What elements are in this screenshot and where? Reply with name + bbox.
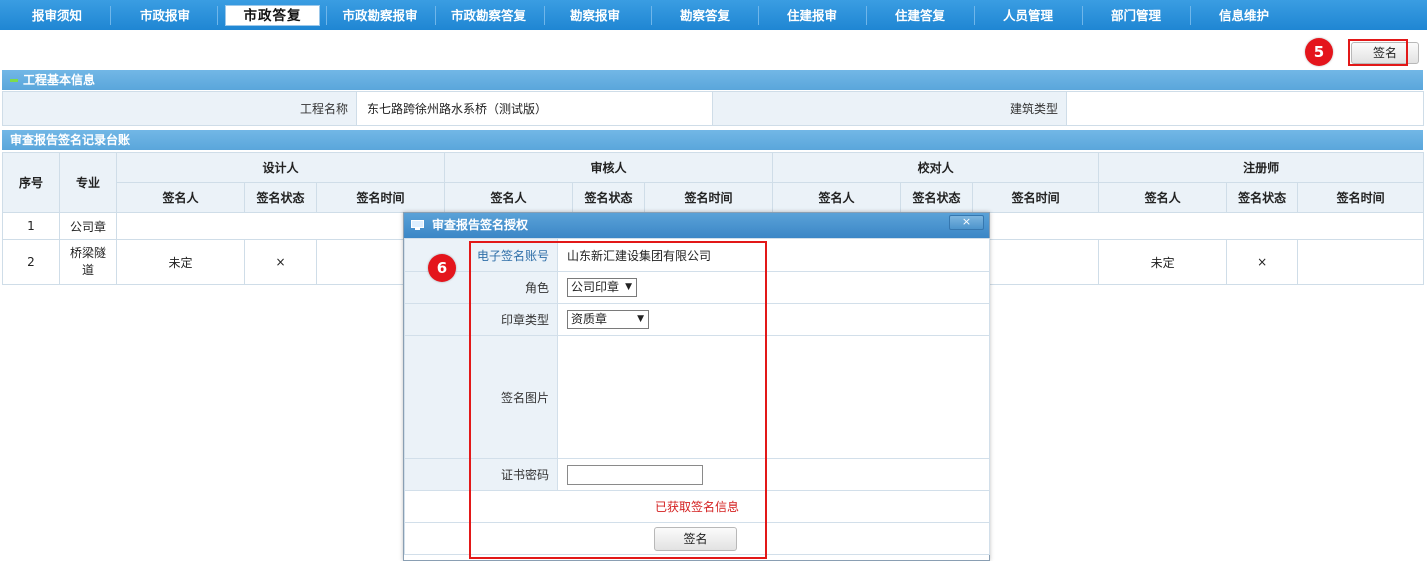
top-nav: 报审须知 市政报审 市政答复 市政勘察报审 市政勘察答复 勘察报审 勘察答复 住…	[0, 0, 1427, 30]
section-title: 审查报告签名记录台账	[10, 133, 131, 147]
col-specialty-header: 专业	[59, 152, 117, 213]
close-button[interactable]: ×	[949, 215, 984, 230]
registered-status: ×	[1226, 239, 1299, 285]
monitor-icon	[411, 220, 424, 230]
nav-item-municipal-survey-reply[interactable]: 市政勘察答复	[437, 5, 540, 26]
proofreader-time	[972, 239, 1100, 285]
row-index: 1	[2, 212, 60, 240]
subcol-signer: 签名人	[772, 182, 902, 213]
nav-item-info-maintenance[interactable]: 信息维护	[1199, 5, 1289, 26]
designer-signer: 未定	[116, 239, 245, 285]
section-bar-ledger: 审查报告签名记录台账	[2, 130, 1423, 150]
subcol-signer: 签名人	[444, 182, 574, 213]
project-name-label: 工程名称	[2, 91, 357, 126]
nav-item-personnel[interactable]: 人员管理	[983, 5, 1073, 26]
nav-item-municipal-reply[interactable]: 市政答复	[225, 5, 320, 26]
collapse-icon[interactable]	[10, 79, 18, 82]
subcol-time: 签名时间	[315, 182, 446, 213]
subcol-status: 签名状态	[572, 182, 646, 213]
subcol-time: 签名时间	[644, 182, 774, 213]
nav-item-survey-submit[interactable]: 勘察报审	[550, 5, 640, 26]
nav-divider	[1190, 6, 1191, 25]
section-title: 工程基本信息	[23, 73, 96, 87]
registered-time	[1297, 239, 1425, 285]
row-specialty: 桥梁隧道	[59, 239, 117, 285]
highlight-box	[469, 241, 767, 559]
subcol-time: 签名时间	[972, 182, 1100, 213]
sign-authorization-dialog: 审查报告签名授权 × 电子签名账号 山东新汇建设集团有限公司 角色 公司印章 ▼ …	[403, 212, 990, 561]
subcol-signer: 签名人	[1098, 182, 1228, 213]
subcol-time: 签名时间	[1297, 182, 1425, 213]
building-type-label: 建筑类型	[712, 91, 1067, 126]
nav-item-department[interactable]: 部门管理	[1091, 5, 1181, 26]
row-index: 2	[2, 239, 60, 285]
section-bar-basic-info: 工程基本信息	[2, 70, 1423, 90]
highlight-box	[1348, 39, 1408, 66]
registered-signer: 未定	[1098, 239, 1228, 285]
step-badge-5: 5	[1305, 38, 1333, 66]
nav-item-municipal-submit[interactable]: 市政报审	[120, 5, 210, 26]
dialog-title: 审查报告签名授权	[432, 218, 529, 232]
nav-divider	[326, 6, 327, 25]
nav-divider	[544, 6, 545, 25]
building-type-value	[1066, 91, 1424, 126]
group-reviewer-header: 审核人	[444, 152, 774, 183]
nav-divider	[651, 6, 652, 25]
project-name-value: 东七路跨徐州路水系桥（测试版）	[356, 91, 713, 126]
designer-status: ×	[244, 239, 317, 285]
subcol-status: 签名状态	[900, 182, 974, 213]
step-badge-6: 6	[428, 254, 456, 282]
group-registered-engineer-header: 注册师	[1098, 152, 1425, 183]
subcol-status: 签名状态	[244, 182, 317, 213]
nav-item-housing-submit[interactable]: 住建报审	[767, 5, 857, 26]
row-specialty: 公司章	[59, 212, 117, 240]
nav-item-housing-reply[interactable]: 住建答复	[875, 5, 965, 26]
nav-item-survey-reply[interactable]: 勘察答复	[660, 5, 750, 26]
nav-divider	[758, 6, 759, 25]
nav-divider	[866, 6, 867, 25]
subcol-status: 签名状态	[1226, 182, 1299, 213]
nav-divider	[110, 6, 111, 25]
nav-divider	[435, 6, 436, 25]
nav-item-report-notes[interactable]: 报审须知	[12, 5, 102, 26]
group-proofreader-header: 校对人	[772, 152, 1100, 183]
col-index-header: 序号	[2, 152, 60, 213]
dialog-title-bar[interactable]: 审查报告签名授权	[404, 213, 989, 238]
subcol-signer: 签名人	[116, 182, 245, 213]
nav-divider	[1082, 6, 1083, 25]
nav-item-municipal-survey-submit[interactable]: 市政勘察报审	[330, 5, 430, 26]
basic-info-table: 工程名称 东七路跨徐州路水系桥（测试版） 建筑类型	[2, 91, 1424, 126]
nav-divider	[217, 6, 218, 25]
nav-divider	[974, 6, 975, 25]
group-designer-header: 设计人	[115, 152, 446, 183]
